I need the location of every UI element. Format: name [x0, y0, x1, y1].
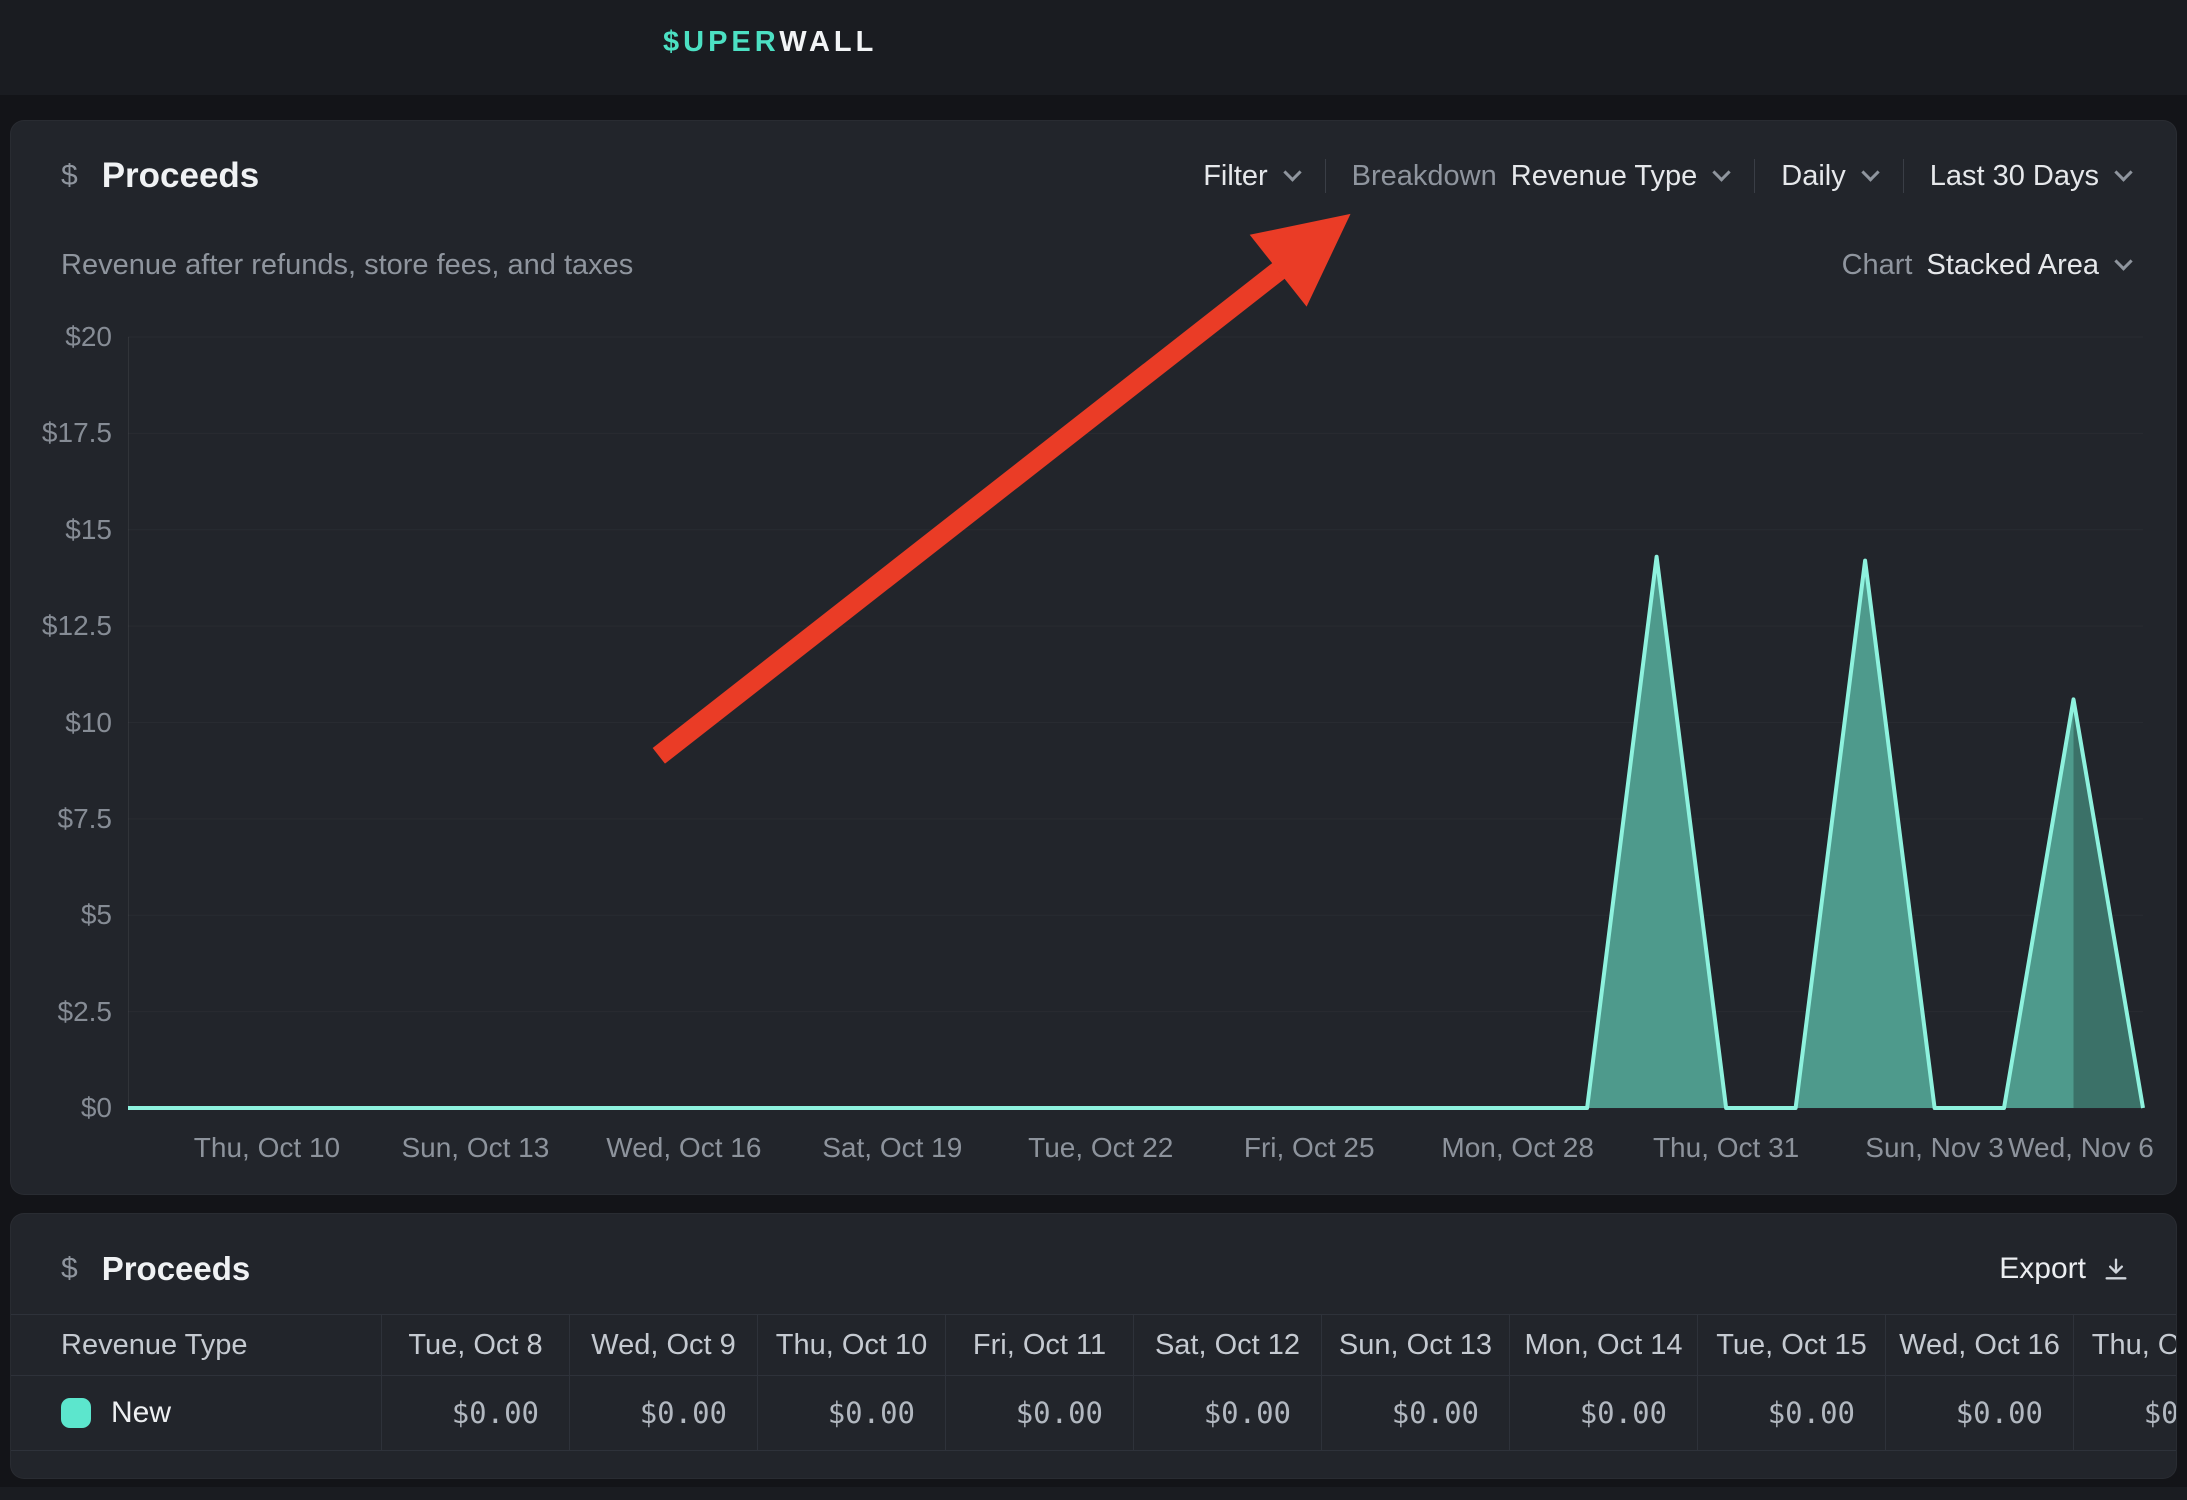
y-axis-label: $10 [11, 707, 112, 739]
chart-type-label: Chart [1842, 249, 1913, 282]
x-axis-label: Thu, Oct 10 [194, 1132, 340, 1164]
table-value-cell: $0.00 [1697, 1376, 1885, 1450]
export-button[interactable]: Export [1999, 1252, 2130, 1286]
x-axis-label: Fri, Oct 25 [1244, 1132, 1375, 1164]
column-header-date: Fri, Oct 11 [945, 1315, 1133, 1375]
x-axis-label: Sat, Oct 19 [822, 1132, 962, 1164]
chevron-down-icon [2114, 163, 2132, 181]
table-row: New$0.00$0.00$0.00$0.00$0.00$0.00$0.00$0… [11, 1375, 2177, 1451]
next-section-partial [0, 1487, 2187, 1500]
chart-card-subheader: Revenue after refunds, store fees, and t… [61, 249, 2130, 282]
logo-suffix: WALL [779, 26, 877, 58]
logo-prefix: $UPER [663, 26, 779, 58]
table-value-cell: $0.00 [1885, 1376, 2073, 1450]
table-value-cell: $0.00 [1133, 1376, 1321, 1450]
chart-type-dropdown[interactable]: Chart Stacked Area [1816, 249, 2130, 282]
table-value-cell: $0.00 [381, 1376, 569, 1450]
column-header-revenue-type: Revenue Type [11, 1315, 381, 1375]
y-axis-label: $7.5 [11, 803, 112, 835]
table-value-cell: $0.00 [2073, 1376, 2177, 1450]
download-icon [2102, 1255, 2130, 1283]
date-range-value: Last 30 Days [1930, 160, 2099, 193]
table-value-cell: $0.00 [1321, 1376, 1509, 1450]
x-axis-label: Wed, Oct 16 [606, 1132, 761, 1164]
date-range-dropdown[interactable]: Last 30 Days [1904, 160, 2130, 193]
column-header-date: Sat, Oct 12 [1133, 1315, 1321, 1375]
chevron-down-icon [2114, 252, 2132, 270]
stacked-area-chart[interactable] [128, 337, 2143, 1108]
proceeds-table: Revenue TypeTue, Oct 8Wed, Oct 9Thu, Oct… [11, 1314, 2177, 1451]
chart-type-value: Stacked Area [1927, 249, 2100, 282]
x-axis-label: Wed, Nov 6 [2008, 1132, 2154, 1164]
table-value-cell: $0.00 [757, 1376, 945, 1450]
table-header-row: Revenue TypeTue, Oct 8Wed, Oct 9Thu, Oct… [11, 1314, 2177, 1375]
proceeds-table-card: $ Proceeds Export Revenue TypeTue, Oct 8… [10, 1213, 2177, 1479]
chart-card-title-group: $ Proceeds [61, 156, 259, 196]
export-label: Export [1999, 1252, 2086, 1286]
chart-controls: Filter Breakdown Revenue Type Daily Last… [1203, 159, 2130, 193]
row-label-text: New [111, 1376, 171, 1450]
column-header-date: Wed, Oct 9 [569, 1315, 757, 1375]
chevron-down-icon [1861, 163, 1879, 181]
x-axis-label: Tue, Oct 22 [1028, 1132, 1173, 1164]
filter-label: Filter [1203, 160, 1267, 193]
row-label: New [11, 1376, 381, 1450]
y-axis-label: $5 [11, 899, 112, 931]
table-value-cell: $0.00 [569, 1376, 757, 1450]
superwall-logo[interactable]: $UPERWALL [663, 26, 877, 59]
x-axis-label: Sun, Nov 3 [1865, 1132, 2004, 1164]
column-header-date: Thu, Oct 17 [2073, 1315, 2177, 1375]
interval-dropdown[interactable]: Daily [1755, 160, 1902, 193]
column-header-date: Wed, Oct 16 [1885, 1315, 2073, 1375]
y-axis-label: $20 [11, 321, 112, 353]
breakdown-dropdown[interactable]: Breakdown Revenue Type [1326, 160, 1755, 193]
interval-value: Daily [1781, 160, 1845, 193]
column-header-date: Tue, Oct 15 [1697, 1315, 1885, 1375]
series-color-swatch [61, 1398, 91, 1428]
table-card-title-group: $ Proceeds [61, 1250, 250, 1288]
chevron-down-icon [1713, 163, 1731, 181]
x-axis-label: Sun, Oct 13 [401, 1132, 549, 1164]
proceeds-chart-card: $ Proceeds Filter Breakdown Revenue Type… [10, 120, 2177, 1195]
x-axis-label: Mon, Oct 28 [1441, 1132, 1594, 1164]
table-card-title: Proceeds [102, 1250, 251, 1288]
x-axis-label: Thu, Oct 31 [1653, 1132, 1799, 1164]
y-axis-label: $12.5 [11, 610, 112, 642]
chart-card-header: $ Proceeds Filter Breakdown Revenue Type… [61, 151, 2130, 201]
chart-card-title: Proceeds [102, 156, 260, 196]
table-value-cell: $0.00 [945, 1376, 1133, 1450]
y-axis-label: $2.5 [11, 996, 112, 1028]
y-axis-label: $0 [11, 1092, 112, 1124]
breakdown-value: Revenue Type [1511, 160, 1698, 193]
top-bar: $UPERWALL [0, 0, 2187, 95]
column-header-date: Thu, Oct 10 [757, 1315, 945, 1375]
breakdown-label: Breakdown [1352, 160, 1497, 193]
table-value-cell: $0.00 [1509, 1376, 1697, 1450]
dollar-icon: $ [61, 1252, 78, 1286]
y-axis-label: $17.5 [11, 417, 112, 449]
column-header-date: Sun, Oct 13 [1321, 1315, 1509, 1375]
table-card-header: $ Proceeds Export [61, 1244, 2130, 1294]
y-axis-label: $15 [11, 514, 112, 546]
chevron-down-icon [1283, 163, 1301, 181]
column-header-date: Tue, Oct 8 [381, 1315, 569, 1375]
dollar-icon: $ [61, 159, 78, 193]
filter-dropdown[interactable]: Filter [1203, 160, 1324, 193]
chart-card-subtitle: Revenue after refunds, store fees, and t… [61, 249, 633, 282]
column-header-date: Mon, Oct 14 [1509, 1315, 1697, 1375]
